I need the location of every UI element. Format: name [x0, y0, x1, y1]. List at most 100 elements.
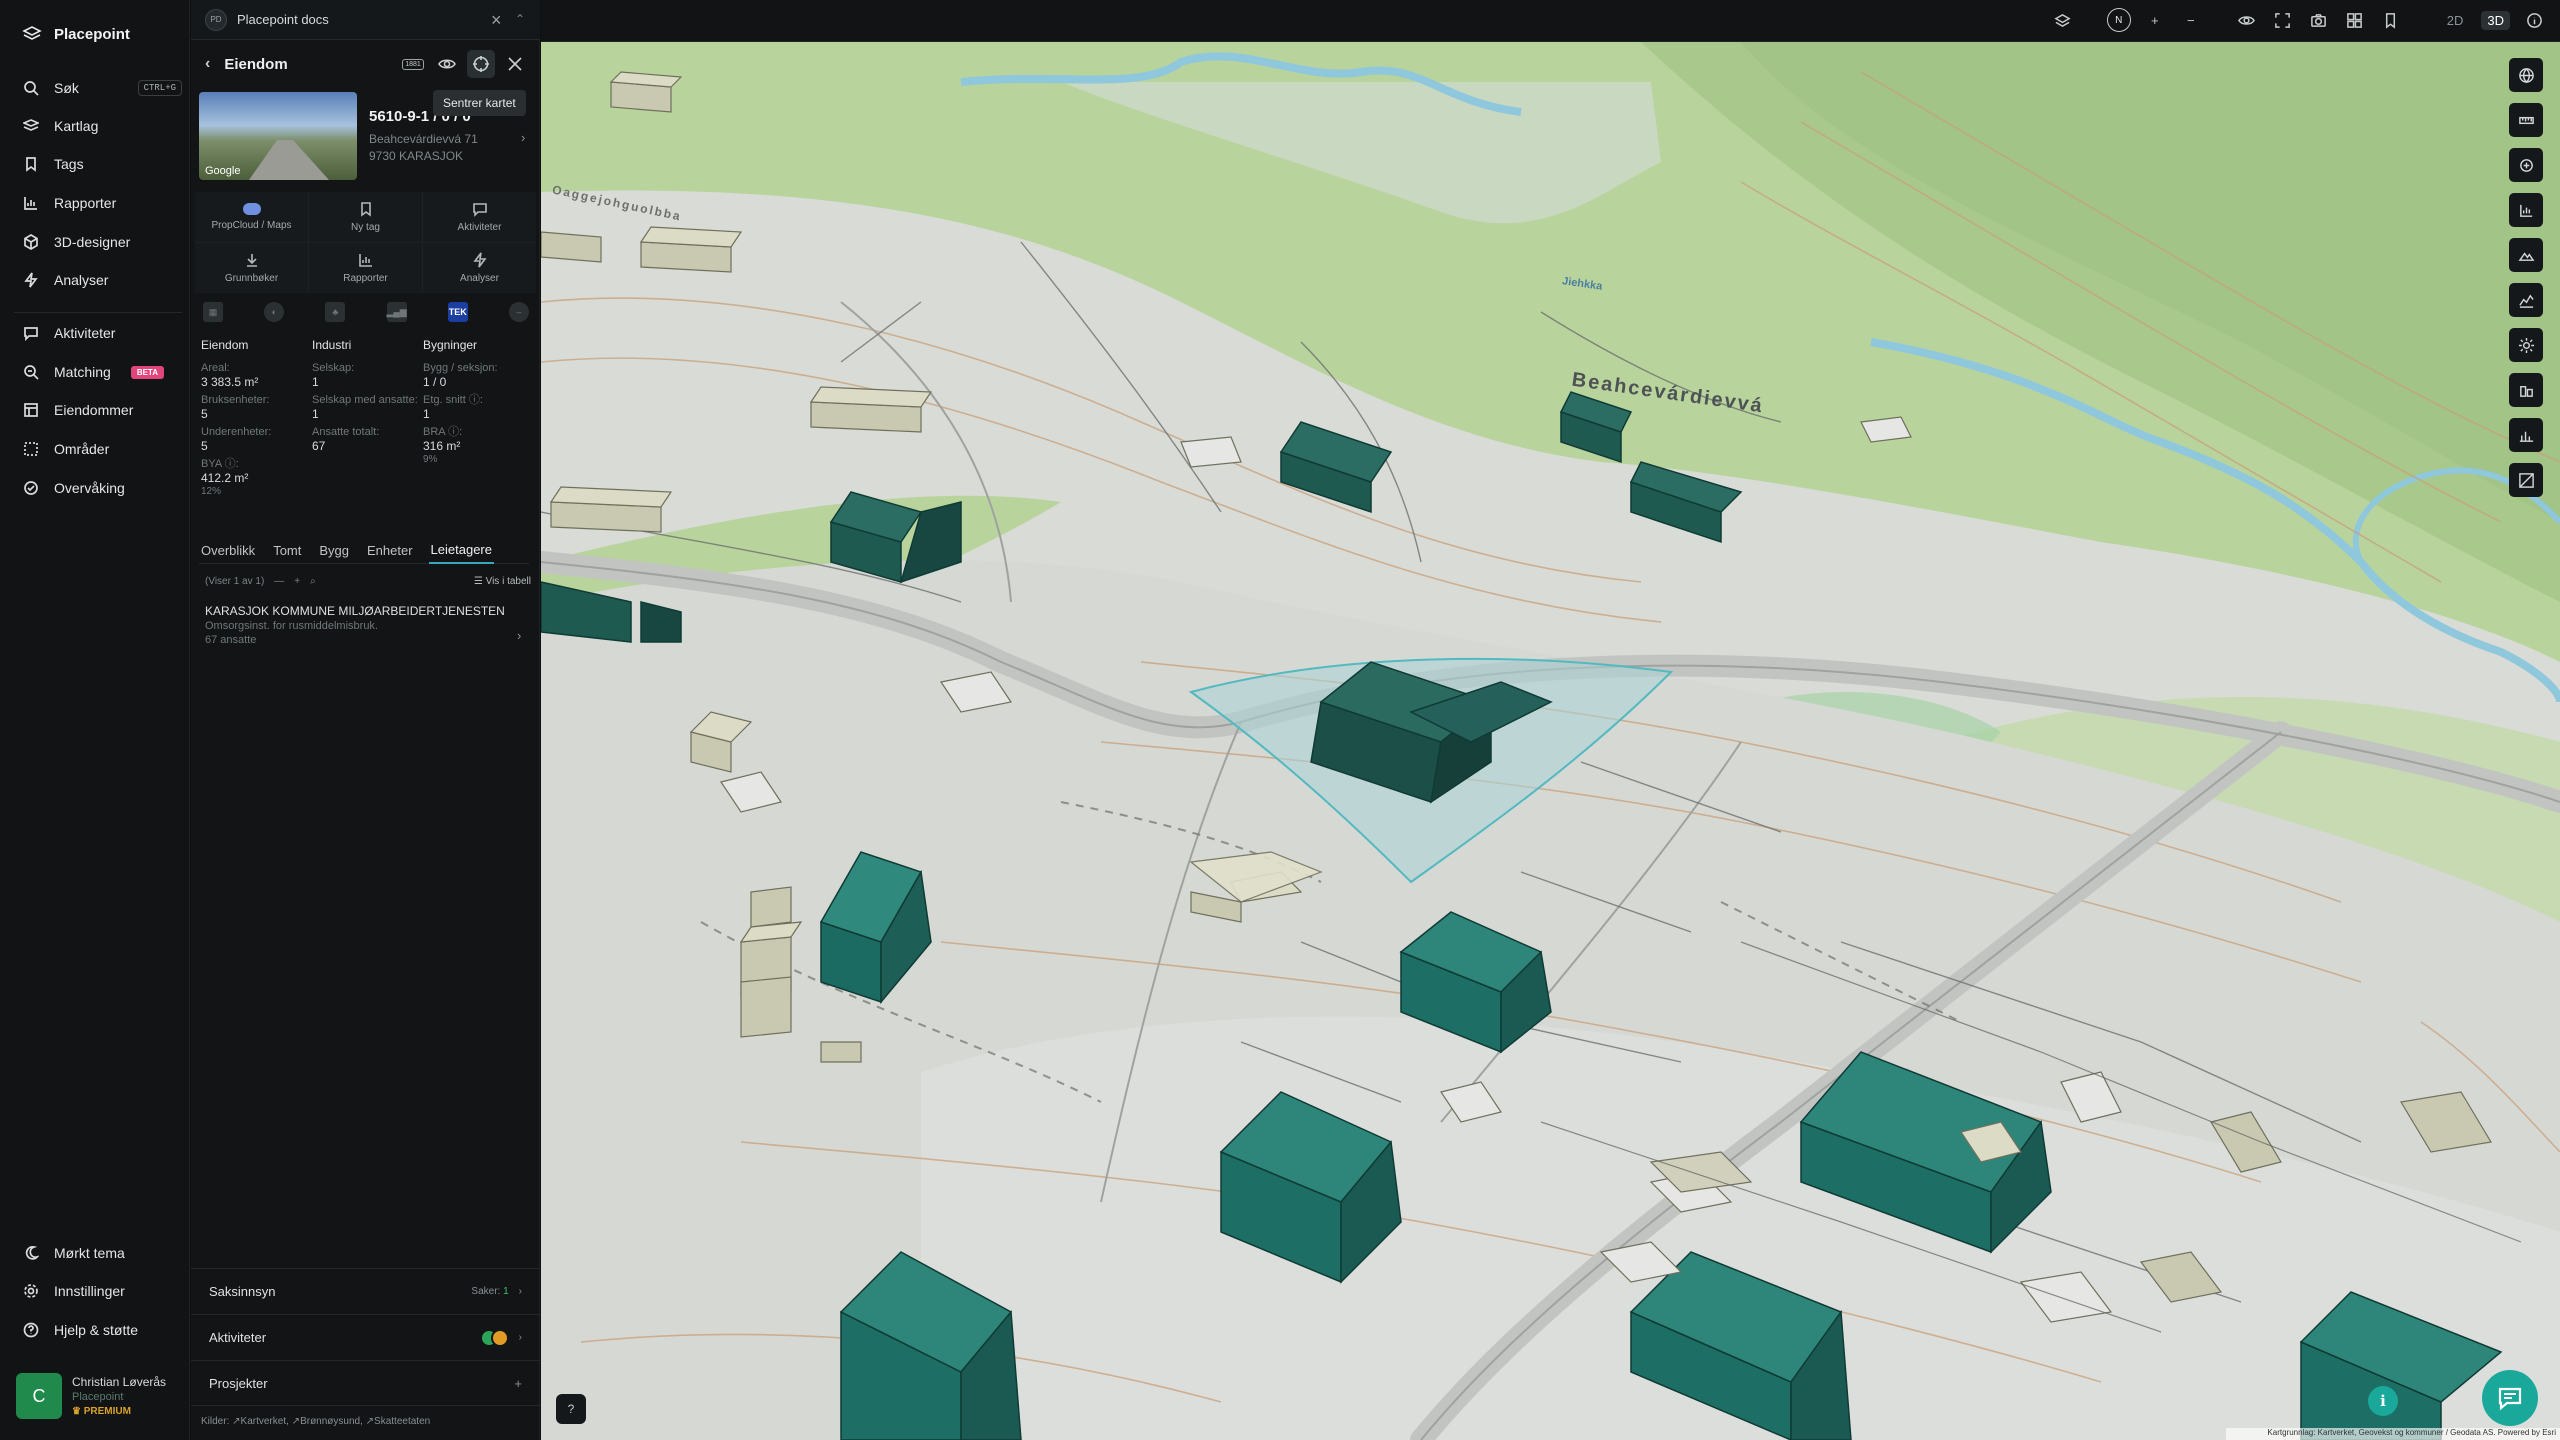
source-link[interactable]: ↗Kartverket,	[232, 1416, 289, 1427]
nav-item-search[interactable]: Søk CTRL+G	[22, 75, 182, 101]
search-icon[interactable]: ⌕	[310, 576, 316, 587]
map-tool-buildings[interactable]	[2509, 373, 2543, 407]
chevron-right-icon: ›	[517, 628, 522, 643]
info-icon[interactable]	[2522, 8, 2546, 32]
nav-item-kartlag[interactable]: Kartlag	[22, 113, 182, 139]
close-icon	[508, 57, 522, 71]
nav-item-omrader[interactable]: Områder	[22, 436, 182, 462]
address-line1: Beahcevárdievvá 71	[369, 132, 478, 146]
stat-value: 67	[312, 439, 326, 453]
street-view-photo[interactable]: Google	[199, 92, 357, 180]
chevron-right-icon[interactable]: ›	[521, 130, 525, 145]
phonebook-1881-button[interactable]: 1881	[399, 50, 427, 78]
mode-2d-toggle[interactable]: 2D	[2441, 11, 2470, 30]
map-tool-profile[interactable]	[2509, 283, 2543, 317]
action-label: Ny tag	[351, 222, 380, 233]
tab-leietagere[interactable]: Leietagere	[428, 534, 494, 564]
layers-stack-icon[interactable]	[2051, 8, 2075, 32]
participant-avatars	[479, 1328, 509, 1347]
panel-toolbar: 1881	[399, 50, 529, 78]
tab-bygg[interactable]: Bygg	[317, 534, 351, 564]
action-grunnboker[interactable]: Grunnbøker	[195, 243, 308, 293]
list-item[interactable]: KARASJOK KOMMUNE MILJØARBEIDERTJENESTEN …	[205, 604, 523, 647]
nav-item-matching[interactable]: Matching BETA	[22, 359, 182, 385]
bars-icon[interactable]: ▂▄▆	[386, 302, 407, 322]
collapse-icon[interactable]: —	[274, 576, 284, 587]
eye-icon[interactable]	[2235, 8, 2259, 32]
nav-item-rapporter[interactable]: Rapporter	[22, 190, 182, 216]
shortcut-hint: CTRL+G	[137, 80, 182, 96]
source-link[interactable]: ↗Skatteetaten	[366, 1416, 431, 1427]
nav-item-analyser[interactable]: Analyser	[22, 267, 182, 293]
action-propcloud[interactable]: PropCloud / Maps	[195, 192, 308, 242]
nav-item-tags[interactable]: Tags	[22, 151, 182, 177]
stat-value: 412.2 m²	[201, 471, 249, 485]
info-icon[interactable]: i	[2368, 1386, 2398, 1416]
action-aktiviteter[interactable]: Aktiviteter	[423, 192, 536, 242]
chevron-updown-icon[interactable]: ⌃	[515, 12, 525, 26]
tree-icon[interactable]: ♣	[325, 302, 346, 322]
map-tool-chart[interactable]	[2509, 193, 2543, 227]
action-rapporter[interactable]: Rapporter	[309, 243, 422, 293]
nav-item-aktiviteter[interactable]: Aktiviteter	[22, 320, 182, 346]
source-kartverket: Kartverket,	[240, 1416, 289, 1427]
nav-item-eiendommer[interactable]: Eiendommer	[22, 397, 182, 423]
nav-item-dark-theme[interactable]: Mørkt tema	[22, 1240, 182, 1266]
eye-button[interactable]	[433, 50, 461, 78]
table-toggle[interactable]: ☰ Vis i tabell	[474, 576, 531, 587]
brand-logo[interactable]: Placepoint	[22, 22, 130, 46]
bookmark-icon	[360, 202, 371, 217]
section-aktiviteter[interactable]: Aktiviteter ›	[191, 1314, 540, 1360]
close-icon[interactable]: ×	[491, 10, 502, 31]
tek-badge[interactable]: TEK	[447, 302, 468, 322]
source-link[interactable]: ↗Brønnøysund,	[292, 1416, 363, 1427]
nav-label: Rapporter	[54, 195, 117, 211]
nav-item-3d-designer[interactable]: 3D-designer	[22, 229, 182, 255]
saker-count: Saker: 1	[471, 1286, 508, 1297]
more-icon[interactable]: –	[508, 302, 529, 322]
nav-item-settings[interactable]: Innstillinger	[22, 1278, 182, 1304]
user-profile[interactable]: C Christian Løverås Placepoint ♛ PREMIUM	[16, 1370, 184, 1422]
nav-label: Innstillinger	[54, 1283, 125, 1299]
camera-icon[interactable]	[2307, 8, 2331, 32]
tab-enheter[interactable]: Enheter	[365, 534, 415, 564]
map-thumbnail-icon[interactable]: ▦	[203, 302, 223, 322]
map-tool-terrain[interactable]	[2509, 238, 2543, 272]
mode-3d-toggle[interactable]: 3D	[2481, 10, 2510, 30]
doc-tab[interactable]: PD Placepoint docs × ⌃	[191, 0, 540, 40]
action-analyser[interactable]: Analyser	[423, 243, 536, 293]
zoom-out-icon[interactable]: −	[2179, 8, 2203, 32]
tab-overblikk[interactable]: Overblikk	[199, 534, 257, 564]
close-panel-button[interactable]	[501, 50, 529, 78]
map-tool-sun[interactable]	[2509, 328, 2543, 362]
section-prosjekter[interactable]: Prosjekter +	[191, 1360, 540, 1406]
section-saksinnsyn[interactable]: Saksinnsyn Saker: 1 ›	[191, 1268, 540, 1314]
bookmark-icon[interactable]	[2379, 8, 2403, 32]
chevron-right-icon: ›	[518, 1332, 522, 1343]
map-tool-compare[interactable]	[2509, 463, 2543, 497]
property-info[interactable]: 5610-9-1 / 0 / 0 Beahcevárdievvá 71 9730…	[369, 108, 529, 165]
map-tool-globe[interactable]	[2509, 58, 2543, 92]
chevron-right-icon: ›	[518, 1286, 522, 1297]
fullscreen-icon[interactable]	[2271, 8, 2295, 32]
tab-tomt[interactable]: Tomt	[271, 534, 303, 564]
map-help-button[interactable]: ?	[556, 1394, 586, 1424]
map-tool-measure[interactable]	[2509, 103, 2543, 137]
back-icon[interactable]: ‹	[205, 55, 210, 73]
nav-item-help[interactable]: Hjelp & støtte	[22, 1317, 182, 1343]
map-tool-scan[interactable]	[2509, 148, 2543, 182]
center-map-button[interactable]	[467, 50, 495, 78]
zoom-in-icon[interactable]: +	[2143, 8, 2167, 32]
map-tool-section[interactable]	[2509, 418, 2543, 452]
action-new-tag[interactable]: Ny tag	[309, 192, 422, 242]
globe-icon[interactable]: ◐	[264, 302, 285, 322]
nav-label: Hjelp & støtte	[54, 1322, 139, 1338]
nav-item-overvaking[interactable]: Overvåking	[22, 475, 182, 501]
add-icon[interactable]: +	[294, 576, 300, 587]
grid-icon[interactable]	[2343, 8, 2367, 32]
nav-label: Mørkt tema	[54, 1245, 125, 1261]
chart-icon	[358, 254, 372, 267]
compass-icon[interactable]: N	[2106, 8, 2131, 32]
chat-launcher-button[interactable]	[2482, 1370, 2538, 1426]
map-3d-view[interactable]: Beahcevárdievvá Oaggejohguolbba Jiehkka	[541, 42, 2560, 1440]
